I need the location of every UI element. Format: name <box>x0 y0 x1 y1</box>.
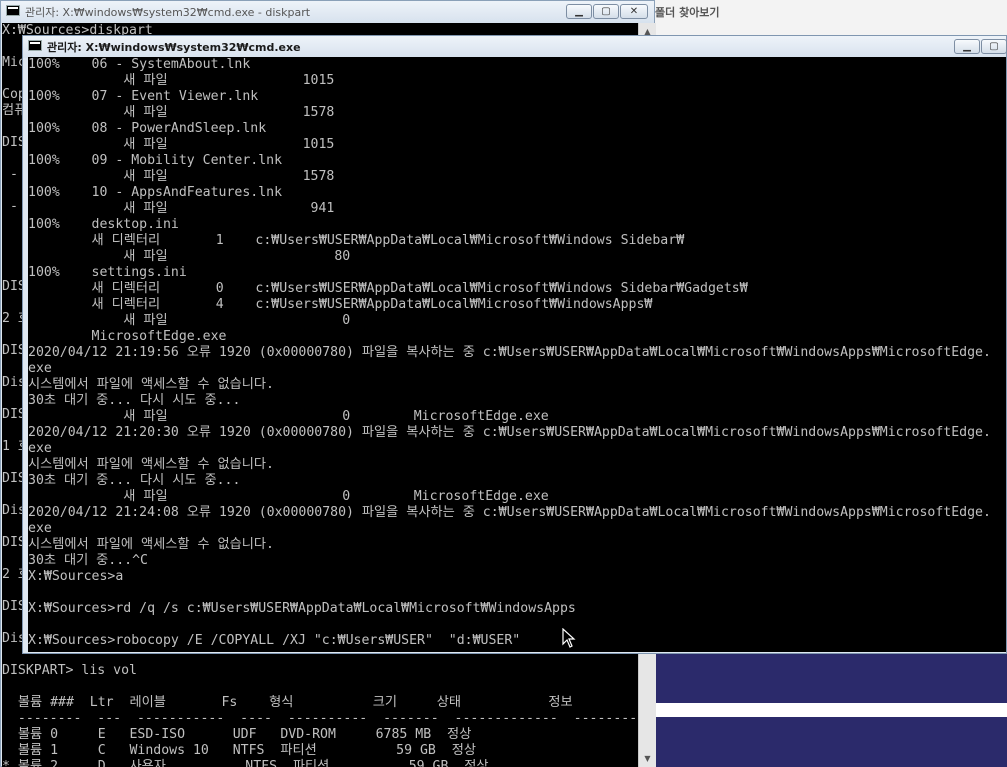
cmd-icon <box>6 5 20 16</box>
minimize-icon: ▁ <box>963 41 971 52</box>
minimize-button[interactable]: ▁ <box>954 39 980 54</box>
minimize-icon: ▁ <box>575 6 583 17</box>
console-line: 볼륨 1 C Windows 10 NTFS 파티션 59 GB 정상 <box>2 743 476 758</box>
mouse-cursor-icon <box>562 628 576 648</box>
console-line: 100% 09 - Mobility Center.lnk <box>28 153 283 168</box>
desktop-band-upper <box>655 654 1007 703</box>
back-window-titlebar[interactable]: 관리자: X:₩windows₩system32₩cmd.exe - diskp… <box>1 1 654 23</box>
console-line: 새 디렉터리 0 c:₩Users₩USER₩AppData₩Local₩Mic… <box>28 281 748 296</box>
front-console-output[interactable]: 100% 06 - SystemAbout.lnk 새 파일 1015 100% … <box>28 57 1006 652</box>
console-line: 새 파일 1015 <box>28 137 335 152</box>
console-line: 새 파일 1578 <box>28 169 335 184</box>
folder-browse-title: 폴더 찾아보기 <box>655 6 720 19</box>
console-line: 새 파일 1015 <box>28 73 335 88</box>
console-line: 100% desktop.ini <box>28 217 179 232</box>
console-line: 100% 10 - AppsAndFeatures.lnk <box>28 185 283 200</box>
desktop-band-lower <box>655 717 1007 767</box>
console-line: 새 디렉터리 4 c:₩Users₩USER₩AppData₩Local₩Mic… <box>28 297 653 312</box>
back-window-title: 관리자: X:₩windows₩system32₩cmd.exe - diskp… <box>25 6 311 19</box>
console-line: 새 파일 0 MicrosoftEdge.exe <box>28 409 549 424</box>
console-line: 새 파일 941 <box>28 201 335 216</box>
console-line: 2020/04/12 21:24:08 오류 1920 (0x00000780)… <box>28 505 991 520</box>
console-line: -------- --- ----------- ---- ----------… <box>2 711 638 726</box>
front-window-title: 관리자: X:₩windows₩system32₩cmd.exe <box>47 41 301 54</box>
back-window-controls: ▁ ▢ ✕ <box>565 4 648 21</box>
console-line: 볼륨 0 E ESD-ISO UDF DVD-ROM 6785 MB 정상 <box>2 727 472 742</box>
console-line: 30초 대기 중... 다시 시도 중... <box>28 473 241 488</box>
desktop-divider <box>655 703 1007 717</box>
console-line: 100% 06 - SystemAbout.lnk <box>28 57 251 72</box>
console-line: 시스템에서 파일에 액세스할 수 없습니다. <box>28 457 274 472</box>
console-line: exe <box>28 441 52 456</box>
console-line: 시스템에서 파일에 액세스할 수 없습니다. <box>28 537 274 552</box>
console-line: 100% 08 - PowerAndSleep.lnk <box>28 121 267 136</box>
console-line: X:₩Sources>a <box>28 569 124 584</box>
console-line: 2020/04/12 21:19:56 오류 1920 (0x00000780)… <box>28 345 991 360</box>
maximize-button[interactable]: ▢ <box>593 4 619 19</box>
console-line: 30초 대기 중...^C <box>28 553 148 568</box>
maximize-button[interactable]: ▢ <box>981 39 1007 54</box>
maximize-icon: ▢ <box>989 41 999 52</box>
console-line: DISKPART> lis vol <box>2 663 137 678</box>
console-line: MicrosoftEdge.exe <box>28 329 227 344</box>
front-cmd-window[interactable]: 관리자: X:₩windows₩system32₩cmd.exe ▁ ▢ ✕ 1… <box>22 35 1007 654</box>
maximize-icon: ▢ <box>601 6 611 17</box>
scroll-down-arrow-icon[interactable]: ▼ <box>639 750 656 767</box>
cmd-icon <box>28 40 42 51</box>
console-line: 새 파일 1578 <box>28 105 335 120</box>
minimize-button[interactable]: ▁ <box>566 4 592 19</box>
console-line: exe <box>28 521 52 536</box>
console-line: 새 파일 0 MicrosoftEdge.exe <box>28 489 549 504</box>
console-line: 2020/04/12 21:20:30 오류 1920 (0x00000780)… <box>28 425 991 440</box>
front-window-titlebar[interactable]: 관리자: X:₩windows₩system32₩cmd.exe ▁ ▢ ✕ <box>23 36 1007 58</box>
console-line: * 볼륨 2 D 사용자 NTFS 파티션 59 GB 정상 <box>2 759 489 767</box>
console-line: exe <box>28 361 52 376</box>
console-line: 볼륨 ### Ltr 레이블 Fs 형식 크기 상태 정보 <box>2 695 573 710</box>
console-line: 30초 대기 중... 다시 시도 중... <box>28 393 241 408</box>
close-button[interactable]: ✕ <box>620 4 648 19</box>
console-line: X:₩Sources>robocopy /E /COPYALL /XJ "c:₩… <box>28 633 521 648</box>
console-line: 새 파일 80 <box>28 249 351 264</box>
console-line: 100% 07 - Event Viewer.lnk <box>28 89 259 104</box>
front-window-controls: ▁ ▢ ✕ <box>953 39 1007 56</box>
close-icon: ✕ <box>629 6 639 17</box>
console-line: 새 파일 0 <box>28 313 351 328</box>
console-line: 새 디렉터리 1 c:₩Users₩USER₩AppData₩Local₩Mic… <box>28 233 685 248</box>
console-line: X:₩Sources>rd /q /s c:₩Users₩USER₩AppDat… <box>28 601 576 616</box>
console-line: 100% settings.ini <box>28 265 187 280</box>
console-line: 시스템에서 파일에 액세스할 수 없습니다. <box>28 377 274 392</box>
